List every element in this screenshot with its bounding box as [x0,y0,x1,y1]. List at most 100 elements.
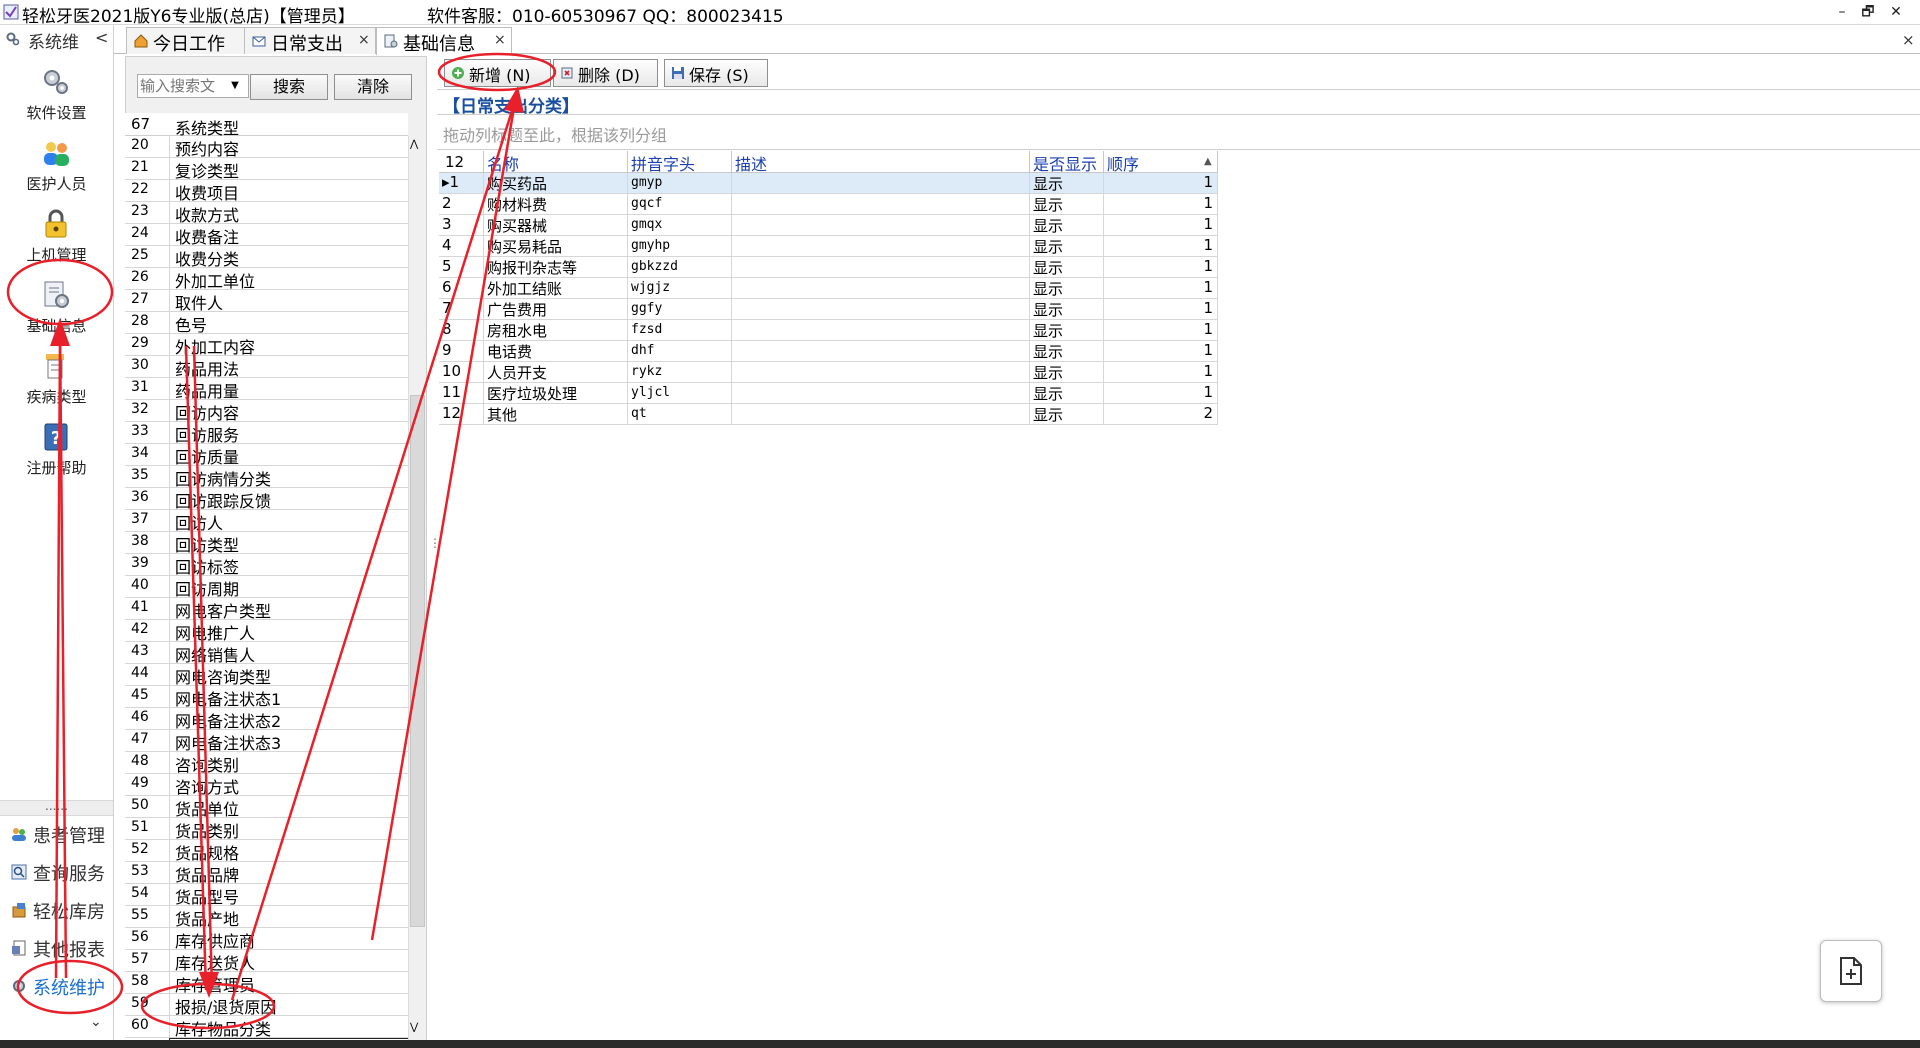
pinyin-cell[interactable]: gqcf [628,194,732,214]
list-item[interactable]: 27 取件人 [125,290,408,313]
column-header-visible[interactable]: 是否显示 [1030,151,1104,174]
clear-button[interactable]: 清除 [334,74,412,100]
nav-collapse-button[interactable]: < [95,28,108,47]
row-number-cell[interactable]: 6 [439,278,484,298]
list-item[interactable]: 29 外加工内容 [125,334,408,357]
list-item[interactable]: 56 库存供应商 [125,928,408,951]
name-cell[interactable]: 购买易耗品 [484,236,628,256]
table-row[interactable]: 10 人员开支 rykz 显示 1 [439,362,1218,383]
nav-splitter[interactable]: ...... [0,800,113,816]
description-cell[interactable] [732,404,1030,424]
description-cell[interactable] [732,278,1030,298]
name-cell[interactable]: 购报刊杂志等 [484,257,628,277]
pinyin-cell[interactable]: rykz [628,362,732,382]
list-item[interactable]: 55 货品产地 [125,906,408,929]
visible-cell[interactable]: 显示 [1030,404,1104,424]
column-header-order[interactable]: 顺序 [1104,151,1218,174]
pinyin-cell[interactable]: yljcl [628,383,732,403]
order-cell[interactable]: 2 [1104,404,1218,424]
name-cell[interactable]: 房租水电 [484,320,628,340]
list-item[interactable]: 21 复诊类型 [125,158,408,181]
order-cell[interactable]: 1 [1104,194,1218,214]
nav-item-query[interactable]: 查询服务 [0,854,113,890]
name-cell[interactable]: 购材料费 [484,194,628,214]
group-by-hint[interactable]: 拖动列标题至此，根据该列分组 [443,122,667,146]
column-header-pinyin[interactable]: 拼音字头 [628,151,732,174]
list-item[interactable]: 57 库存送货人 [125,950,408,973]
table-row[interactable]: 2 购材料费 gqcf 显示 1 [439,194,1218,215]
pinyin-cell[interactable]: dhf [628,341,732,361]
list-item[interactable]: 40 回访周期 [125,576,408,599]
description-cell[interactable] [732,173,1030,193]
column-header-name[interactable]: 名称 [484,151,628,174]
order-cell[interactable]: 1 [1104,215,1218,235]
list-item[interactable]: 47 网电备注状态3 [125,730,408,753]
row-number-cell[interactable]: ▸1 [439,173,484,193]
description-cell[interactable] [732,362,1030,382]
pinyin-cell[interactable]: ggfy [628,299,732,319]
table-row[interactable]: 12 其他 qt 显示 2 [439,404,1218,425]
order-cell[interactable]: 1 [1104,362,1218,382]
list-item[interactable]: 44 网电咨询类型 [125,664,408,687]
name-cell[interactable]: 其他 [484,404,628,424]
list-item[interactable]: 45 网电备注状态1 [125,686,408,709]
visible-cell[interactable]: 显示 [1030,320,1104,340]
pinyin-cell[interactable]: qt [628,404,732,424]
table-row[interactable]: 6 外加工结账 wjgjz 显示 1 [439,278,1218,299]
visible-cell[interactable]: 显示 [1030,215,1104,235]
list-item[interactable]: 32 回访内容 [125,400,408,423]
nav-tile-login-management[interactable]: 上机管理 [0,208,113,278]
visible-cell[interactable]: 显示 [1030,236,1104,256]
nav-tile-medical-staff[interactable]: 医护人员 [0,137,113,207]
nav-item-patients[interactable]: 患者管理 [0,816,113,852]
nav-item-reports[interactable]: 其他报表 [0,930,113,966]
table-row[interactable]: 8 房租水电 fzsd 显示 1 [439,320,1218,341]
list-item[interactable]: 43 网络销售人 [125,642,408,665]
nav-tile-disease-type[interactable]: 疾病类型 [0,350,113,420]
name-cell[interactable]: 医疗垃圾处理 [484,383,628,403]
new-document-button[interactable] [1820,940,1882,1002]
description-cell[interactable] [732,194,1030,214]
visible-cell[interactable]: 显示 [1030,362,1104,382]
description-cell[interactable] [732,257,1030,277]
restore-button[interactable]: 🗗 [1856,2,1880,22]
visible-cell[interactable]: 显示 [1030,278,1104,298]
list-item[interactable]: 51 货品类别 [125,818,408,841]
description-cell[interactable] [732,383,1030,403]
visible-cell[interactable]: 显示 [1030,194,1104,214]
list-item[interactable]: 60 库存物品分类 [125,1016,408,1039]
list-item[interactable]: 41 网电客户类型 [125,598,408,621]
pinyin-cell[interactable]: fzsd [628,320,732,340]
description-cell[interactable] [732,236,1030,256]
table-row[interactable]: 11 医疗垃圾处理 yljcl 显示 1 [439,383,1218,404]
pinyin-cell[interactable]: wjgjz [628,278,732,298]
list-item[interactable]: 37 回访人 [125,510,408,533]
order-cell[interactable]: 1 [1104,173,1218,193]
nav-tile-register-help[interactable]: ? 注册帮助 [0,421,113,491]
table-row[interactable]: 9 电话费 dhf 显示 1 [439,341,1218,362]
list-item[interactable]: 59 报损/退货原因 [125,994,408,1017]
search-button[interactable]: 搜索 [250,74,328,100]
pinyin-cell[interactable]: gmyhp [628,236,732,256]
list-item[interactable]: 58 库存管理员 [125,972,408,995]
list-item[interactable]: 52 货品规格 [125,840,408,863]
list-item[interactable]: 31 药品用量 [125,378,408,401]
list-item[interactable]: 24 收费备注 [125,224,408,247]
list-item[interactable]: 50 货品单位 [125,796,408,819]
description-cell[interactable] [732,341,1030,361]
scrollbar-thumb[interactable] [410,395,425,927]
description-cell[interactable] [732,299,1030,319]
list-item[interactable]: 35 回访病情分类 [125,466,408,489]
visible-cell[interactable]: 显示 [1030,383,1104,403]
table-row[interactable]: 7 广告费用 ggfy 显示 1 [439,299,1218,320]
visible-cell[interactable]: 显示 [1030,257,1104,277]
row-number-cell[interactable]: 8 [439,320,484,340]
search-dropdown-icon[interactable]: ▼ [228,75,242,97]
nav-item-system-maintenance[interactable]: 系统维护 [0,968,113,1004]
list-item[interactable]: 34 回访质量 [125,444,408,467]
order-cell[interactable]: 1 [1104,236,1218,256]
tab-close-icon[interactable]: × [494,32,506,48]
visible-cell[interactable]: 显示 [1030,173,1104,193]
add-button[interactable]: 新增 (N) [444,59,551,87]
list-item[interactable]: 23 收款方式 [125,202,408,225]
